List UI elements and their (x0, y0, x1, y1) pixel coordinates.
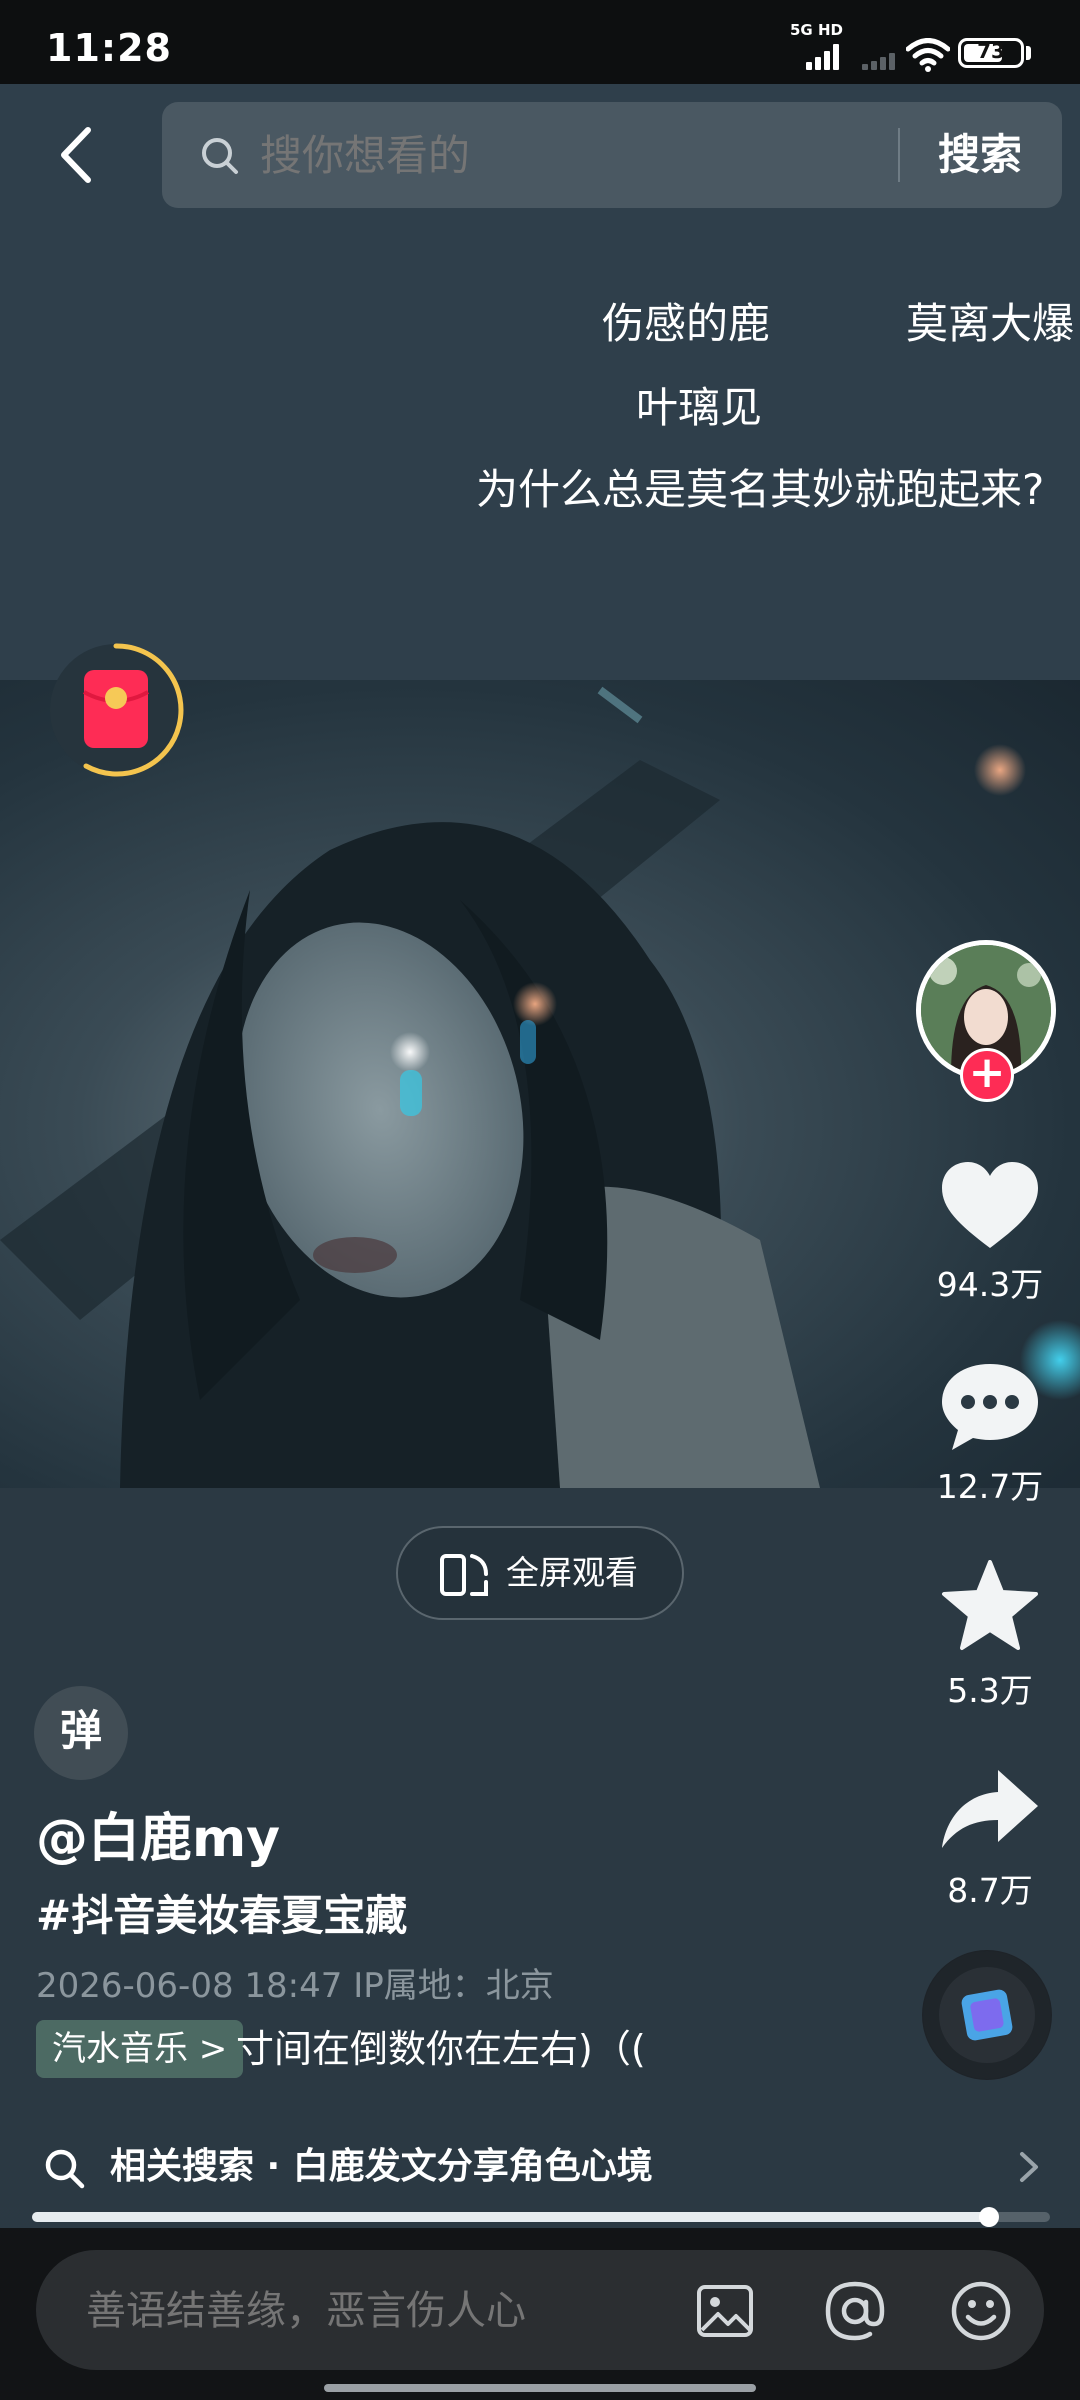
share-count: 8.7万 (947, 1871, 1033, 1910)
fullscreen-button[interactable]: 全屏观看 (396, 1526, 684, 1620)
progress-handle[interactable] (978, 2207, 999, 2227)
hashtag-link[interactable]: #抖音美妆春夏宝藏 (36, 1882, 407, 1943)
status-bar: 11:28 5G HD 73 (0, 0, 1080, 84)
progress-fill (32, 2212, 989, 2222)
search-button[interactable]: 搜索 (938, 102, 1022, 208)
danmaku-line: 伤感的鹿 (602, 299, 771, 348)
battery-icon: 73 (958, 38, 1024, 68)
signal-icon (806, 44, 842, 70)
battery-tip (1026, 46, 1031, 60)
danmaku-line: 为什么总是莫名其妙就跑起来? (476, 465, 1045, 514)
music-title[interactable]: 寸间在倒数你在左右)（( (236, 2020, 646, 2078)
back-button[interactable] (44, 120, 114, 190)
image-icon[interactable] (696, 2284, 754, 2338)
comment-input[interactable] (84, 2250, 648, 2372)
network-label: 5G HD (790, 21, 843, 39)
search-bar[interactable]: 搜索 (162, 102, 1062, 210)
danmaku-line: 莫离大爆 (906, 299, 1075, 348)
comment-icon[interactable] (938, 1360, 1042, 1452)
search-input[interactable] (258, 102, 822, 210)
chevron-right-icon (1020, 2152, 1038, 2182)
fullscreen-label: 全屏观看 (506, 1553, 638, 1592)
like-count: 94.3万 (936, 1265, 1044, 1304)
post-meta: 2026-06-08 18:47 IP属地：北京 (36, 1966, 554, 2006)
danmaku-line: 叶璃见 (636, 383, 763, 432)
fullscreen-icon (440, 1554, 488, 1596)
music-disc-icon[interactable] (922, 1950, 1052, 2080)
star-icon[interactable] (938, 1560, 1042, 1652)
music-source-tag[interactable]: 汽水音乐 > (36, 2020, 244, 2078)
danmaku-toggle-button[interactable]: 弹 (34, 1686, 128, 1780)
at-icon[interactable] (824, 2280, 886, 2342)
video-still (0, 686, 1080, 1488)
share-icon[interactable] (938, 1764, 1042, 1856)
follow-button[interactable]: + (960, 1048, 1014, 1102)
status-time: 11:28 (46, 26, 172, 70)
related-search-bar[interactable]: 相关搜索 · 白鹿发文分享角色心境 (0, 2130, 1080, 2204)
wifi-icon (906, 38, 950, 72)
home-indicator[interactable] (324, 2384, 756, 2392)
video-progress-bar[interactable] (32, 2207, 1050, 2227)
music-disc-cover (923, 1951, 1051, 2079)
author-name[interactable]: @白鹿my (36, 1796, 280, 1871)
comment-bar[interactable] (36, 2250, 1044, 2372)
search-icon (202, 138, 238, 174)
search-divider (898, 128, 900, 182)
related-search-text: 相关搜索 · 白鹿发文分享角色心境 (110, 2146, 653, 2187)
battery-level: 73 (977, 39, 1005, 63)
signal-2-icon (862, 50, 898, 70)
search-icon (45, 2149, 85, 2189)
comment-count: 12.7万 (936, 1467, 1044, 1506)
emoji-icon[interactable] (950, 2280, 1012, 2342)
red-packet-icon[interactable] (46, 640, 186, 780)
heart-icon[interactable] (938, 1160, 1042, 1252)
video-frame[interactable] (0, 680, 1080, 1488)
favorite-count: 5.3万 (947, 1671, 1033, 1710)
